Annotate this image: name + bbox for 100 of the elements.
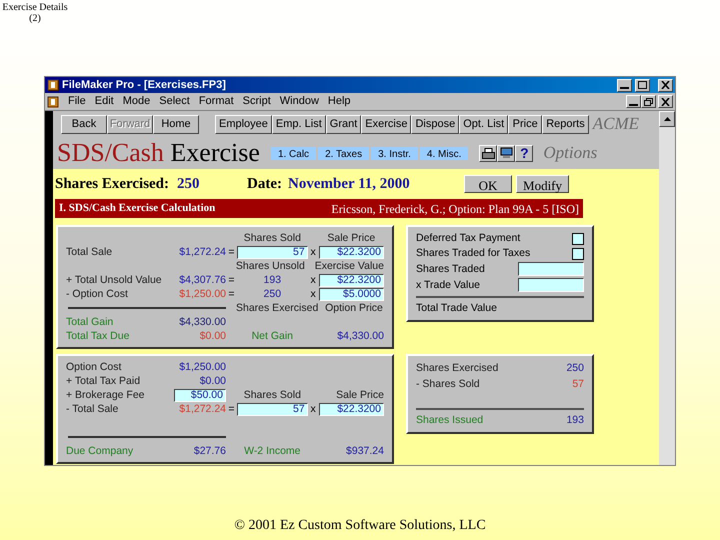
nav-button[interactable]: Emp. List bbox=[272, 114, 326, 134]
value-text: Shares Sold bbox=[244, 232, 301, 244]
minimize-button[interactable] bbox=[626, 95, 641, 108]
value-text: Net Gain bbox=[252, 330, 294, 342]
equals-sign: = bbox=[228, 246, 235, 258]
nav-button[interactable]: Reports bbox=[542, 114, 589, 134]
input-field[interactable]: $22.3200 bbox=[318, 402, 384, 416]
close-button[interactable] bbox=[658, 95, 673, 108]
tool-button[interactable] bbox=[497, 144, 516, 162]
equals-sign: = bbox=[228, 402, 235, 414]
menu-item[interactable]: File bbox=[68, 93, 86, 110]
scrollbar[interactable] bbox=[659, 111, 675, 465]
computer-icon bbox=[500, 147, 513, 159]
nav-button[interactable]: Back bbox=[61, 114, 107, 134]
amount-text: $27.76 bbox=[194, 444, 226, 458]
row-label: Due Company bbox=[66, 444, 134, 458]
close-button[interactable] bbox=[658, 78, 673, 92]
printer-icon bbox=[482, 148, 495, 158]
tab[interactable]: 4. Misc. bbox=[418, 146, 470, 160]
nav-button[interactable]: Home bbox=[153, 114, 199, 134]
row-label: Total Tax Due bbox=[66, 330, 130, 342]
row-label: Option Cost bbox=[66, 360, 122, 374]
shares-value: 250 bbox=[177, 174, 201, 194]
row-label: + Total Tax Paid bbox=[66, 374, 140, 388]
nav-button[interactable]: Price bbox=[508, 114, 542, 134]
slide-number: (2) bbox=[29, 13, 41, 24]
tab[interactable]: 3. Instr. bbox=[370, 146, 419, 160]
value-text: Shares Exercised bbox=[236, 302, 318, 314]
value-text: 250 bbox=[566, 362, 584, 374]
minimize-button[interactable] bbox=[617, 78, 632, 92]
restore-icon bbox=[644, 98, 653, 106]
menu-item[interactable]: Edit bbox=[94, 93, 114, 110]
times-sign: x bbox=[310, 246, 316, 258]
row-label: Shares Traded for Taxes bbox=[416, 247, 530, 260]
minimize-icon bbox=[629, 104, 638, 106]
nav-button[interactable]: Employee bbox=[215, 114, 272, 134]
print-button[interactable] bbox=[479, 144, 498, 162]
action-button[interactable]: Modify bbox=[516, 175, 570, 193]
row-label: + Brokerage Fee bbox=[66, 388, 145, 402]
row-label: Shares Exercised bbox=[416, 362, 498, 374]
help-button[interactable]: ? bbox=[515, 144, 534, 162]
nav-button[interactable]: Dispose bbox=[411, 114, 460, 134]
input-field[interactable]: $5.0000 bbox=[318, 288, 384, 300]
amount-text: $4,330.00 bbox=[179, 316, 226, 328]
input-field[interactable]: 57 bbox=[236, 246, 308, 258]
menu-item[interactable]: Mode bbox=[122, 93, 150, 110]
row-label: Total Gain bbox=[66, 316, 114, 328]
minimize-icon bbox=[620, 87, 629, 89]
value-text: 193 bbox=[566, 414, 584, 426]
row-label: + Total Unsold Value bbox=[66, 274, 162, 286]
menu-item[interactable]: Window bbox=[280, 93, 319, 110]
row-label: x Trade Value bbox=[416, 278, 480, 292]
document-icon bbox=[47, 96, 59, 108]
action-button[interactable]: OK bbox=[464, 175, 512, 193]
menu-item[interactable]: Format bbox=[198, 93, 234, 110]
input-field[interactable] bbox=[518, 262, 584, 276]
row-label: - Shares Sold bbox=[416, 378, 480, 390]
menu-item[interactable]: Script bbox=[242, 93, 271, 110]
amount-text: $1,272.24 bbox=[179, 246, 226, 258]
input-field[interactable]: $50.00 bbox=[174, 388, 226, 402]
times-sign: x bbox=[310, 402, 316, 414]
section-info: Ericsson, Frederick, G.; Option: Plan 99A - 5 [ISO] bbox=[331, 200, 579, 218]
checkbox[interactable] bbox=[572, 248, 584, 260]
input-field[interactable] bbox=[518, 278, 584, 292]
input-field[interactable]: $22.3200 bbox=[318, 274, 384, 286]
footer-text: © 2001 Ez Custom Software Solutions, LLC bbox=[234, 517, 486, 535]
slide-title: Exercise Details bbox=[2, 2, 68, 13]
row-label: Total Trade Value bbox=[416, 302, 497, 315]
close-icon bbox=[661, 81, 670, 89]
row-label: Deferred Tax Payment bbox=[416, 232, 520, 245]
nav-button[interactable]: Exercise bbox=[361, 114, 412, 134]
amount-text: $1,250.00 bbox=[179, 288, 226, 300]
shares-label: Shares Exercised: bbox=[55, 174, 170, 194]
date-label: Date: bbox=[247, 174, 282, 194]
value-text: Sale Price bbox=[327, 232, 376, 244]
input-field[interactable]: $22.3200 bbox=[318, 246, 384, 258]
maximize-button[interactable] bbox=[635, 78, 650, 92]
maximize-icon bbox=[638, 81, 647, 89]
options-text: Options bbox=[543, 142, 598, 164]
row-label: - Total Sale bbox=[66, 402, 118, 416]
brand-text: ACME bbox=[592, 113, 640, 136]
row-label: Shares Issued bbox=[416, 414, 484, 426]
tab[interactable]: 1. Calc bbox=[270, 146, 318, 160]
nav-button[interactable]: Opt. List bbox=[459, 114, 508, 134]
equals-sign: = bbox=[228, 288, 235, 300]
times-sign: x bbox=[310, 274, 316, 286]
menu-item[interactable]: Select bbox=[159, 93, 190, 110]
restore-button[interactable] bbox=[641, 95, 656, 108]
value-text: 57 bbox=[572, 378, 584, 390]
nav-button[interactable]: Grant bbox=[326, 114, 362, 134]
value-text: 250 bbox=[264, 288, 282, 300]
window-title: FileMaker Pro - [Exercises.FP3] bbox=[62, 78, 227, 93]
close-icon bbox=[661, 98, 670, 106]
menu-item[interactable]: Help bbox=[328, 93, 351, 110]
tab[interactable]: 2. Taxes bbox=[317, 146, 370, 160]
checkbox[interactable] bbox=[572, 232, 584, 244]
value-text: $4,330.00 bbox=[337, 330, 384, 342]
input-field[interactable]: 57 bbox=[236, 402, 308, 416]
value-text: Exercise Value bbox=[314, 260, 384, 272]
amount-text: $4,307.76 bbox=[179, 274, 226, 286]
